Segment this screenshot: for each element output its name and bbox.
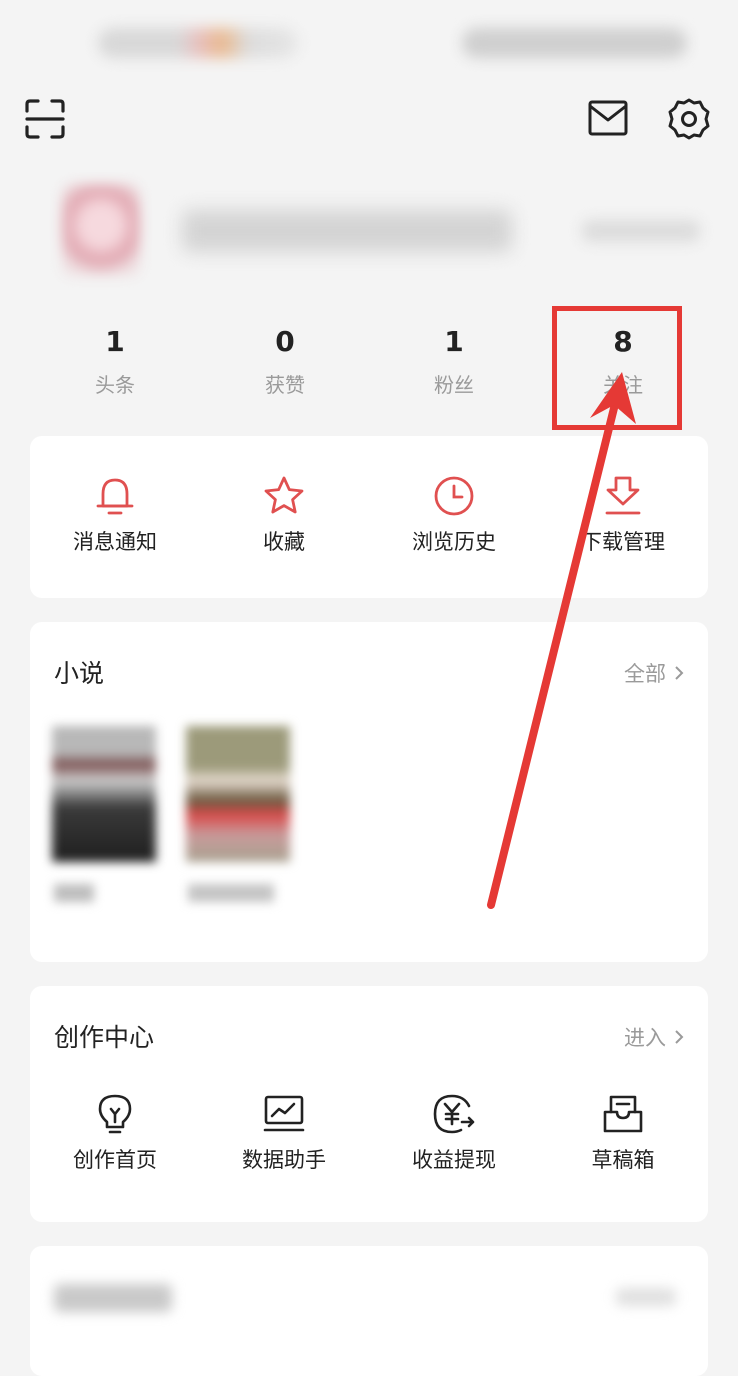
creator-enter-link[interactable]: 进入	[624, 1022, 684, 1052]
stat-value: 1	[105, 325, 125, 358]
clock-icon	[434, 476, 474, 516]
novel-title-blurred	[188, 884, 274, 902]
quick-actions-card: 消息通知 收藏 浏览历史 下载管理	[30, 436, 708, 598]
creator-center-card: 创作中心 进入 创作首页 数据助手 收益提现 草稿箱	[30, 986, 708, 1222]
novel-cover[interactable]	[186, 726, 290, 862]
yen-icon	[433, 1094, 475, 1134]
profile-link-blurred[interactable]	[582, 220, 700, 242]
section-link-blurred	[616, 1288, 676, 1306]
stat-headlines[interactable]: 1 头条	[30, 322, 200, 398]
favorites-button[interactable]: 收藏	[199, 474, 369, 556]
stat-label: 获赞	[265, 373, 305, 397]
stat-value: 0	[275, 325, 295, 358]
novels-title: 小说	[54, 659, 105, 688]
data-assistant-button[interactable]: 数据助手	[199, 1092, 369, 1174]
novels-view-all-link[interactable]: 全部	[624, 658, 684, 688]
drafts-button[interactable]: 草稿箱	[538, 1092, 708, 1174]
novel-title-blurred	[54, 884, 94, 902]
avatar[interactable]	[62, 184, 140, 276]
chevron-right-icon	[674, 1026, 684, 1050]
drafts-icon	[603, 1095, 643, 1133]
notifications-button[interactable]: 消息通知	[30, 474, 200, 556]
action-label: 下载管理	[581, 530, 665, 554]
stat-label: 粉丝	[434, 373, 474, 397]
action-label: 浏览历史	[412, 530, 496, 554]
creator-center-title: 创作中心	[54, 1023, 155, 1052]
more-services-card	[30, 1246, 708, 1376]
chevron-right-icon	[674, 662, 684, 686]
creator-item-label: 创作首页	[73, 1148, 157, 1172]
history-button[interactable]: 浏览历史	[369, 474, 539, 556]
scan-icon[interactable]	[24, 98, 66, 144]
creator-home-button[interactable]: 创作首页	[30, 1092, 200, 1174]
stat-value: 1	[444, 325, 464, 358]
action-label: 收藏	[263, 530, 305, 554]
novels-card: 小说 全部	[30, 622, 708, 962]
download-icon	[605, 476, 641, 515]
stat-likes[interactable]: 0 获赞	[200, 322, 370, 398]
creator-item-label: 草稿箱	[591, 1148, 655, 1172]
action-label: 消息通知	[73, 530, 157, 554]
link-label: 进入	[624, 1026, 666, 1050]
earnings-withdraw-button[interactable]: 收益提现	[369, 1092, 539, 1174]
mail-icon[interactable]	[588, 100, 628, 140]
creator-item-label: 数据助手	[242, 1148, 326, 1172]
downloads-button[interactable]: 下载管理	[538, 474, 708, 556]
section-title-blurred	[54, 1284, 172, 1312]
star-icon	[264, 476, 304, 514]
stat-label: 头条	[95, 373, 135, 397]
link-label: 全部	[624, 662, 666, 686]
novel-cover[interactable]	[52, 726, 156, 862]
username-blurred	[182, 210, 512, 252]
creator-item-label: 收益提现	[412, 1148, 496, 1172]
lightbulb-icon	[98, 1094, 132, 1134]
stat-fans[interactable]: 1 粉丝	[369, 322, 539, 398]
annotation-highlight-box	[552, 306, 682, 430]
chart-icon	[263, 1095, 305, 1132]
bell-icon	[96, 478, 134, 515]
settings-gear-icon[interactable]	[667, 97, 711, 145]
